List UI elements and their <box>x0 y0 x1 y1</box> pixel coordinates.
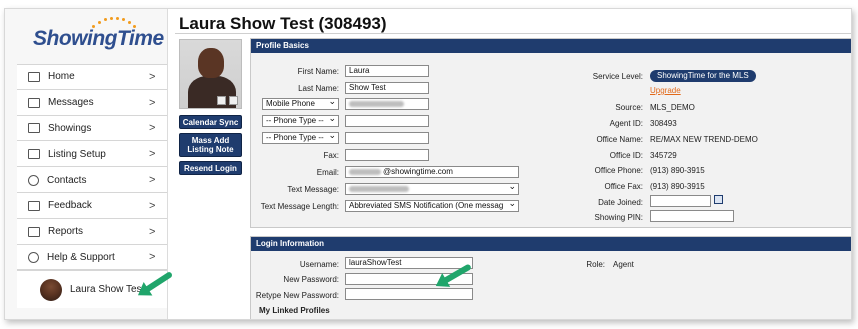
photo-head <box>198 48 224 78</box>
last-name-field[interactable]: Show Test <box>345 82 429 94</box>
text-message-label: Text Message: <box>287 185 339 194</box>
chevron-right-icon: > <box>149 96 156 109</box>
email-field[interactable]: @showingtime.com <box>345 166 519 178</box>
sidebar-item-label: Contacts <box>47 174 87 186</box>
panel-heading: Login Information <box>251 237 851 251</box>
sidebar-item-messages[interactable]: Messages > <box>17 89 167 116</box>
camera-icon[interactable] <box>217 96 226 105</box>
last-name-label: Last Name: <box>298 84 339 93</box>
sidebar-item-listing-setup[interactable]: Listing Setup > <box>17 141 167 168</box>
sidebar-item-feedback[interactable]: Feedback > <box>17 192 167 219</box>
first-name-field[interactable]: Laura <box>345 65 429 77</box>
sidebar: ShowingTime Home > Messages > Showings >… <box>5 9 168 319</box>
first-name-label: First Name: <box>297 67 339 76</box>
sidebar-item-label: Messages <box>48 97 94 109</box>
source-value: MLS_DEMO <box>650 103 695 112</box>
sidebar-item-showings[interactable]: Showings > <box>17 115 167 142</box>
resend-login-button[interactable]: Resend Login <box>179 161 242 175</box>
phone-field-2[interactable] <box>345 115 429 127</box>
chevron-right-icon: > <box>149 225 156 238</box>
phone-type-select-1[interactable]: Mobile Phone <box>262 98 339 110</box>
office-fax-value: (913) 890-3915 <box>650 182 705 191</box>
role-label: Role: <box>586 260 605 269</box>
phone-field-1[interactable] <box>345 98 429 110</box>
phone-type-select-3[interactable]: -- Phone Type -- <box>262 132 339 144</box>
showing-pin-field[interactable] <box>650 210 734 222</box>
phone-field-3[interactable] <box>345 132 429 144</box>
profile-photo[interactable] <box>179 39 242 109</box>
calendar-picker-icon[interactable] <box>714 195 723 204</box>
chevron-right-icon: > <box>149 251 156 264</box>
sidebar-item-help-support[interactable]: Help & Support > <box>17 244 167 271</box>
sidebar-item-label: Showings <box>48 122 92 134</box>
chevron-right-icon: > <box>149 70 156 83</box>
service-level-label: Service Level: <box>592 72 643 81</box>
office-name-label: Office Name: <box>596 135 643 144</box>
office-id-label: Office ID: <box>609 151 643 160</box>
profile-basics-panel: Profile Basics <box>250 38 851 228</box>
page-title: Laura Show Test (308493) <box>179 14 387 33</box>
upgrade-link[interactable]: Upgrade <box>650 86 681 95</box>
new-password-label: New Password: <box>283 275 339 284</box>
office-fax-label: Office Fax: <box>604 182 643 191</box>
contacts-icon <box>28 174 39 186</box>
calendar-sync-button[interactable]: Calendar Sync <box>179 115 242 129</box>
sidebar-item-label: Home <box>48 71 75 83</box>
phone-type-select-2[interactable]: -- Phone Type -- <box>262 115 339 127</box>
clipboard-icon <box>28 200 40 211</box>
sidebar-item-reports[interactable]: Reports > <box>17 218 167 245</box>
avatar <box>40 278 62 301</box>
sidebar-item-label: Feedback <box>48 200 92 212</box>
text-message-length-label: Text Message Length: <box>260 202 339 211</box>
source-label: Source: <box>615 103 643 112</box>
title-divider <box>175 33 851 34</box>
chevron-right-icon: > <box>149 148 156 161</box>
flag-icon <box>28 149 40 160</box>
showingtime-logo[interactable]: ShowingTime <box>33 27 164 51</box>
app-window: ShowingTime Home > Messages > Showings >… <box>4 8 852 320</box>
retype-password-label: Retype New Password: <box>255 291 339 300</box>
text-message-length-select[interactable]: Abbreviated SMS Notification (One messag <box>345 200 519 212</box>
sidebar-nav: Home > Messages > Showings > Listing Set… <box>17 64 167 271</box>
agent-id-value: 308493 <box>650 119 677 128</box>
date-joined-field[interactable] <box>650 195 711 207</box>
user-name: Laura Show Test <box>70 284 145 295</box>
sidebar-item-contacts[interactable]: Contacts > <box>17 167 167 193</box>
email-visible-part: @showingtime.com <box>383 167 453 176</box>
linked-profiles-title: My Linked Profiles <box>259 306 330 315</box>
sidebar-item-label: Reports <box>48 226 84 238</box>
chevron-right-icon: > <box>149 199 156 212</box>
role-value: Agent <box>613 260 634 269</box>
fax-field[interactable] <box>345 149 429 161</box>
sidebar-item-label: Listing Setup <box>48 148 106 160</box>
office-id-value: 345729 <box>650 151 677 160</box>
agent-id-label: Agent ID: <box>609 119 643 128</box>
login-information-panel: Login Information <box>250 236 851 319</box>
chevron-right-icon: > <box>149 122 156 135</box>
service-level-badge: ShowingTime for the MLS <box>650 70 756 82</box>
sidebar-item-home[interactable]: Home > <box>17 64 167 90</box>
mass-add-listing-note-button[interactable]: Mass Add Listing Note <box>179 133 242 157</box>
chevron-right-icon: > <box>149 174 156 187</box>
report-icon <box>28 226 40 237</box>
retype-password-field[interactable] <box>345 288 473 300</box>
email-label: Email: <box>316 168 339 177</box>
delete-photo-icon[interactable] <box>229 96 238 105</box>
help-icon <box>28 251 39 263</box>
username-field[interactable]: lauraShowTest <box>345 257 473 269</box>
username-label: Username: <box>299 260 339 269</box>
calendar-icon <box>28 123 40 134</box>
office-phone-label: Office Phone: <box>594 166 643 175</box>
date-joined-label: Date Joined: <box>598 198 643 207</box>
panel-heading: Profile Basics <box>251 39 851 53</box>
showing-pin-label: Showing PIN: <box>594 213 643 222</box>
sidebar-item-label: Help & Support <box>47 251 115 263</box>
office-phone-value: (913) 890-3915 <box>650 166 705 175</box>
home-icon <box>28 71 40 82</box>
fax-label: Fax: <box>323 151 339 160</box>
text-message-select[interactable] <box>345 183 519 195</box>
office-name-value: RE/MAX NEW TREND-DEMO <box>650 135 758 144</box>
envelope-icon <box>28 97 40 108</box>
